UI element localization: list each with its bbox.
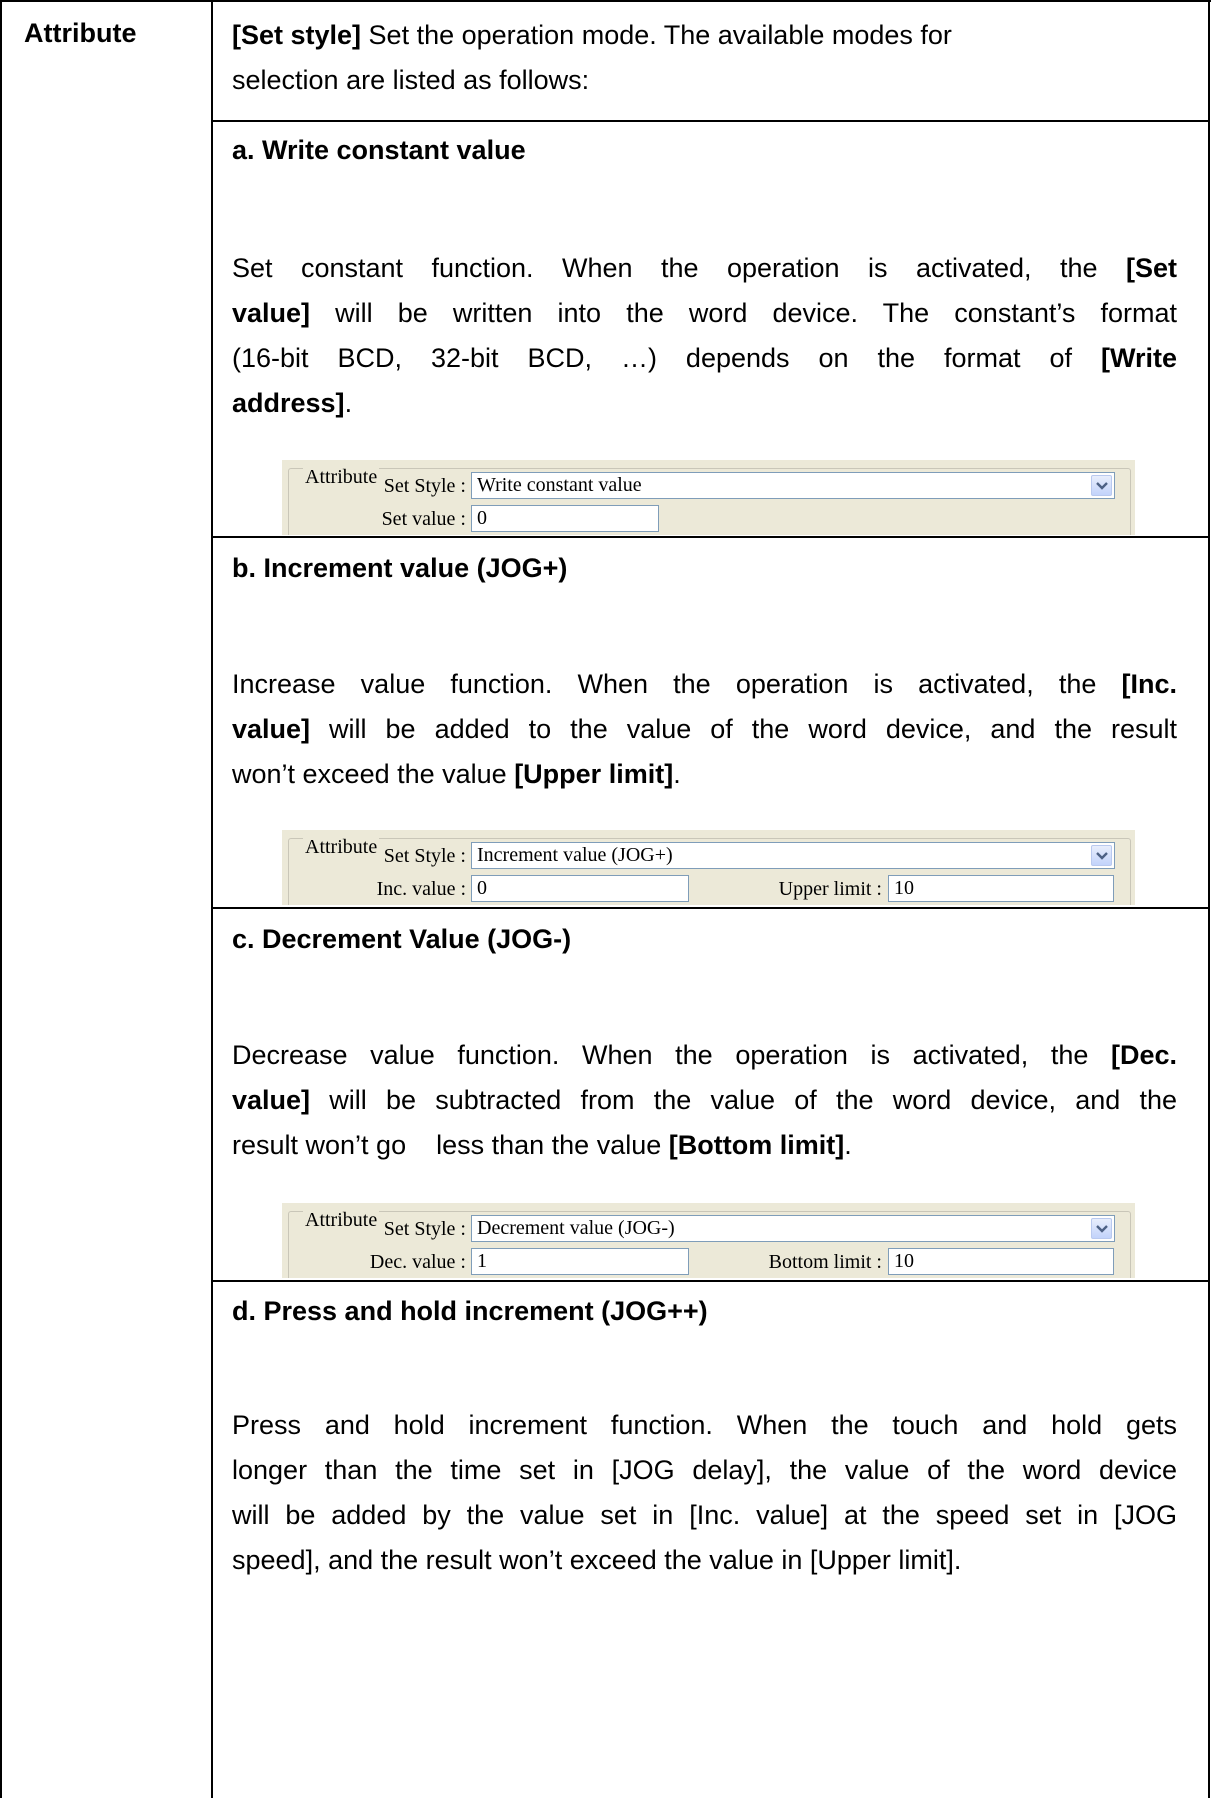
set-style-value: Increment value (JOG+): [477, 844, 673, 866]
chevron-down-icon[interactable]: [1091, 1218, 1112, 1239]
bold-term: value]: [232, 1085, 311, 1115]
inc-value-input[interactable]: 0: [471, 875, 689, 902]
text-run: will be added to the value of the word d…: [310, 714, 1177, 744]
bold-term: value]: [232, 298, 311, 328]
section-a-paragraph: Set constant function. When the operatio…: [232, 246, 1177, 426]
section-d-line-4: speed], and the result won’t exceed the …: [232, 1545, 962, 1575]
section-a-heading: a. Write constant value: [232, 135, 526, 165]
text-run: won’t exceed the value: [232, 759, 515, 789]
intro-line-1: [Set style] Set the operation mode. The …: [232, 13, 1177, 58]
set-value-label: Set value :: [381, 508, 466, 530]
section-a-line-3: (16-bit BCD, 32-bit BCD, …) depends on t…: [232, 336, 1177, 381]
dec-value-input[interactable]: 1: [471, 1248, 689, 1275]
set-style-dropdown[interactable]: Decrement value (JOG-): [471, 1215, 1115, 1242]
section-divider-b: [211, 536, 1210, 538]
intro-line-2: selection are listed as follows:: [232, 65, 590, 95]
text-run: will be written into the word device. Th…: [310, 298, 1177, 328]
table-border-right: [1208, 0, 1210, 1798]
set-style-label: Set Style :: [383, 475, 466, 497]
section-b-line-1: Increase value function. When the operat…: [232, 662, 1177, 707]
section-c-heading: c. Decrement Value (JOG-): [232, 924, 572, 954]
upper-limit-input[interactable]: 10: [888, 875, 1114, 902]
chevron-down-icon[interactable]: [1091, 845, 1112, 866]
set-value-input[interactable]: 0: [471, 505, 659, 532]
bottom-limit-input[interactable]: 10: [888, 1248, 1114, 1275]
text-run: .: [673, 759, 681, 789]
section-b-paragraph: Increase value function. When the operat…: [232, 662, 1177, 797]
bold-term: [Dec.: [1110, 1040, 1177, 1070]
text-run: .: [844, 1130, 852, 1160]
bold-term: [Inc.: [1121, 669, 1177, 699]
intro-line-1-text: Set the operation mode. The available mo…: [361, 20, 952, 50]
text-run: Increase value function. When the operat…: [232, 669, 1122, 699]
attribute-panel-b: Attribute Set Style : Increment value (J…: [282, 830, 1135, 905]
text-run: Decrease value function. When the operat…: [232, 1040, 1111, 1070]
inc-value-label: Inc. value :: [376, 878, 466, 900]
section-d-line-2: longer than the time set in [JOG delay],…: [232, 1455, 1177, 1485]
table-border-top: [0, 0, 1211, 2]
row-label: Attribute: [24, 18, 137, 48]
chevron-down-icon[interactable]: [1091, 475, 1112, 496]
set-style-label: Set Style :: [383, 1218, 466, 1240]
section-d-heading: d. Press and hold increment (JOG++): [232, 1296, 708, 1326]
bold-term: [Write: [1100, 343, 1177, 373]
section-a-line-4: address].: [232, 381, 1177, 426]
section-d-paragraph: Press and hold increment function. When …: [232, 1403, 1177, 1583]
section-b-line-3: won’t exceed the value [Upper limit].: [232, 752, 1177, 797]
table-border-left: [0, 0, 2, 1798]
section-c-paragraph: Decrease value function. When the operat…: [232, 1033, 1177, 1168]
section-divider-a: [211, 120, 1210, 122]
section-a-line-1: Set constant function. When the operatio…: [232, 246, 1177, 291]
text-run: (16-bit BCD, 32-bit BCD, …) depends on t…: [232, 343, 1101, 373]
table-column-divider: [211, 0, 213, 1798]
bold-term: [Upper limit]: [514, 759, 674, 789]
dec-value-label: Dec. value :: [369, 1251, 466, 1273]
document-page: Attribute [Set style] Set the operation …: [0, 0, 1211, 1798]
set-style-label: Set Style :: [383, 845, 466, 867]
section-b-line-2: value] will be added to the value of the…: [232, 707, 1177, 752]
bold-term: [Bottom limit]: [668, 1130, 845, 1160]
section-divider-d: [211, 1280, 1210, 1282]
attribute-panel-c: Attribute Set Style : Decrement value (J…: [282, 1203, 1135, 1278]
set-style-dropdown[interactable]: Increment value (JOG+): [471, 842, 1115, 869]
set-style-term: [Set style]: [232, 20, 362, 50]
text-run: Set constant function. When the operatio…: [232, 253, 1126, 283]
bottom-limit-label: Bottom limit :: [768, 1251, 882, 1273]
bold-term: value]: [232, 714, 311, 744]
text-run: result won’t go less than the value: [232, 1130, 669, 1160]
section-a-line-2: value] will be written into the word dev…: [232, 291, 1177, 336]
section-c-line-2: value] will be subtracted from the value…: [232, 1078, 1177, 1123]
bold-term: address]: [232, 388, 345, 418]
text-run: .: [344, 388, 353, 418]
section-divider-c: [211, 907, 1210, 909]
section-d-line-1: Press and hold increment function. When …: [232, 1410, 1177, 1440]
set-style-value: Decrement value (JOG-): [477, 1217, 675, 1239]
attribute-panel-a: Attribute Set Style : Write constant val…: [282, 460, 1135, 535]
section-c-line-3: result won’t go less than the value [Bot…: [232, 1123, 1177, 1168]
intro-paragraph: [Set style] Set the operation mode. The …: [232, 13, 1177, 103]
upper-limit-label: Upper limit :: [778, 878, 882, 900]
set-style-value: Write constant value: [477, 474, 642, 496]
section-d-line-3: will be added by the value set in [Inc. …: [232, 1500, 1177, 1530]
section-c-line-1: Decrease value function. When the operat…: [232, 1033, 1177, 1078]
bold-term: [Set: [1125, 253, 1177, 283]
section-b-heading: b. Increment value (JOG+): [232, 553, 568, 583]
text-run: will be subtracted from the value of the…: [310, 1085, 1177, 1115]
set-style-dropdown[interactable]: Write constant value: [471, 472, 1115, 499]
